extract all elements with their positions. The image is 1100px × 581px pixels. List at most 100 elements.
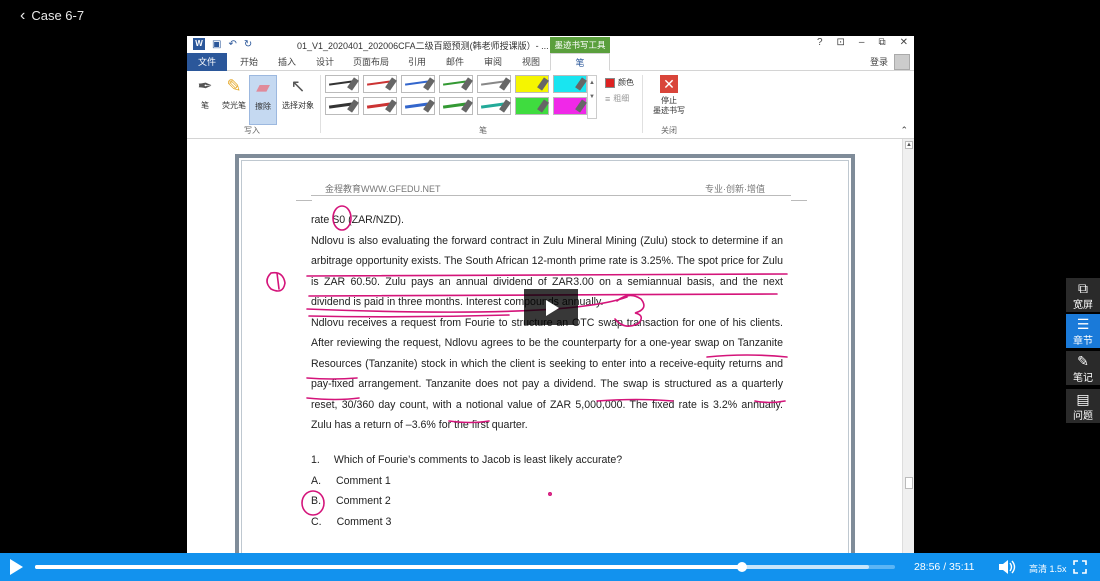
highlighter-tool-button[interactable]: ✎ 荧光笔 xyxy=(220,75,248,111)
thickness-label: 粗细 xyxy=(613,94,630,103)
stop-inking-button[interactable]: ✕ 停止 墨迹书写 xyxy=(649,75,689,116)
volume-icon[interactable] xyxy=(998,559,1016,575)
progress-bar[interactable] xyxy=(35,562,895,572)
played-bar xyxy=(35,565,742,569)
minimize-icon[interactable]: – xyxy=(859,37,865,48)
answer-option: A. Comment 1 xyxy=(311,471,622,492)
answer-option: B. Comment 2 xyxy=(311,491,622,512)
ribbon-display-icon[interactable]: ⊡ xyxy=(837,37,845,48)
lesson-title: Case 6-7 xyxy=(31,8,85,23)
document-area: 金程教育WWW.GFEDU.NET 专业·创新·增值 rate S0 (ZAR/… xyxy=(187,139,914,553)
pen-style-blue-thin[interactable] xyxy=(401,75,435,93)
document-scrollbar[interactable]: ▲ xyxy=(902,139,914,553)
save-icon[interactable]: ▣ xyxy=(212,39,221,50)
quality-speed-selector[interactable]: 高清 1.5x xyxy=(1029,562,1067,575)
pen-icon: ✒ xyxy=(197,76,213,96)
pen-style-red-thick[interactable] xyxy=(363,97,397,115)
tab-mailings[interactable]: 邮件 xyxy=(441,53,469,71)
tab-file[interactable]: 文件 xyxy=(187,53,227,71)
scrollbar-thumb[interactable] xyxy=(905,477,913,489)
pen-style-green-thin[interactable] xyxy=(439,75,473,93)
document-page: 金程教育WWW.GFEDU.NET 专业·创新·增值 rate S0 (ZAR/… xyxy=(235,154,855,553)
pen-style-red-thin[interactable] xyxy=(363,75,397,93)
pen-style-green-thick[interactable] xyxy=(439,97,473,115)
eraser-tool-label: 擦除 xyxy=(255,102,271,111)
tab-review[interactable]: 审阅 xyxy=(479,53,507,71)
video-player-stage: ‹ Case 6-7 W ▣ ↶ ↻ 01_V1_2020401_202006C… xyxy=(0,0,1100,581)
option-text: Comment 1 xyxy=(336,474,391,487)
tab-home[interactable]: 开始 xyxy=(235,53,263,71)
fullscreen-icon[interactable] xyxy=(1073,560,1087,574)
pen-color-dropdown[interactable]: 颜色 xyxy=(605,77,634,88)
option-letter: C. xyxy=(311,515,322,528)
back-button[interactable]: ‹ Case 6-7 xyxy=(20,6,85,24)
tab-pen[interactable]: 笔 xyxy=(550,53,610,71)
sign-in-link[interactable]: 登录 xyxy=(870,55,888,68)
close-icon[interactable]: ✕ xyxy=(900,37,908,48)
pen-gallery-scroll[interactable]: ▲ ▼ xyxy=(587,75,597,119)
pen-style-black-thick[interactable] xyxy=(325,97,359,115)
eraser-icon: ▰ xyxy=(256,77,270,97)
side-button-label: 宽屏 xyxy=(1073,300,1093,311)
thickness-icon: ≡ xyxy=(605,93,611,104)
ink-tools-context-tab: 墨迹书写工具 xyxy=(550,37,610,53)
collapse-ribbon-icon[interactable]: ⌃ xyxy=(900,125,908,136)
notes-icon: ✎ xyxy=(1077,353,1089,369)
side-button-questions[interactable]: ▤ 问题 xyxy=(1066,389,1100,423)
color-swatch-icon xyxy=(605,77,615,88)
help-icon[interactable]: ? xyxy=(817,37,823,48)
question-number: 1. xyxy=(311,454,320,466)
progress-handle[interactable] xyxy=(736,562,747,572)
avatar[interactable] xyxy=(894,54,910,70)
paragraph: rate S0 (ZAR/NZD). xyxy=(311,214,405,226)
tab-design[interactable]: 设计 xyxy=(311,53,339,71)
restore-icon[interactable]: ⧉ xyxy=(878,37,885,48)
side-button-label: 笔记 xyxy=(1073,373,1093,384)
page-header-right: 专业·创新·增值 xyxy=(705,184,765,194)
tab-layout[interactable]: 页面布局 xyxy=(349,53,393,71)
play-icon[interactable] xyxy=(10,559,23,575)
side-button-widescreen[interactable]: ⧉ 宽屏 xyxy=(1066,278,1100,312)
pen-style-blue-thick[interactable] xyxy=(401,97,435,115)
highlighter-icon: ✎ xyxy=(226,76,242,96)
pen-style-yellow-highlighter[interactable] xyxy=(515,75,549,93)
paragraph: Ndlovu receives a request from Fourie to… xyxy=(311,316,783,432)
option-text: Comment 3 xyxy=(336,515,392,528)
tab-insert[interactable]: 插入 xyxy=(273,53,301,71)
pen-style-green-highlighter[interactable] xyxy=(515,97,549,115)
pen-style-black-thin[interactable] xyxy=(325,75,359,93)
pen-tool-button[interactable]: ✒ 笔 xyxy=(191,75,219,111)
group-label-close: 关闭 xyxy=(661,126,677,135)
player-controls: 28:56 / 35:11 高清 1.5x xyxy=(0,553,1100,581)
scroll-up-icon[interactable]: ▲ xyxy=(905,141,913,149)
top-bar: ‹ Case 6-7 xyxy=(0,0,1100,34)
pen-style-teal-thick[interactable] xyxy=(477,97,511,115)
stop-label-line1: 停止 xyxy=(661,96,677,105)
center-play-button[interactable] xyxy=(524,289,578,325)
ribbon-divider xyxy=(320,75,321,133)
option-letter: B. xyxy=(311,495,322,507)
window-controls: ? ⊡ – ⧉ ✕ xyxy=(817,37,908,48)
pen-style-gray-thin[interactable] xyxy=(477,75,511,93)
chevron-left-icon: ‹ xyxy=(20,6,26,24)
header-rule xyxy=(311,195,791,196)
tab-references[interactable]: 引用 xyxy=(403,53,431,71)
pen-style-cyan-highlighter[interactable] xyxy=(553,75,587,93)
document-title: 01_V1_2020401_202006CFA二级百题预测(韩老师授课版）- .… xyxy=(297,41,549,51)
pen-style-magenta-highlighter[interactable] xyxy=(553,97,587,115)
tab-view[interactable]: 视图 xyxy=(517,53,545,71)
side-button-chapters[interactable]: ☰ 章节 xyxy=(1066,314,1100,348)
side-button-label: 问题 xyxy=(1073,411,1093,422)
word-logo-icon: W xyxy=(193,38,205,50)
select-objects-button[interactable]: ↖ 选择对象 xyxy=(280,75,316,111)
undo-icon[interactable]: ↶ xyxy=(228,39,236,50)
ribbon-divider xyxy=(642,75,643,133)
pen-thickness-dropdown[interactable]: ≡ 粗细 xyxy=(605,93,629,104)
chapters-icon: ☰ xyxy=(1076,316,1090,332)
eraser-tool-button[interactable]: ▰ 擦除 xyxy=(249,75,277,125)
stop-label-line2: 墨迹书写 xyxy=(653,106,685,115)
side-button-notes[interactable]: ✎ 笔记 xyxy=(1066,351,1100,385)
question-text: Which of Fourie’s comments to Jacob is l… xyxy=(333,454,623,466)
redo-icon[interactable]: ↻ xyxy=(244,39,252,50)
widescreen-icon: ⧉ xyxy=(1078,280,1088,296)
